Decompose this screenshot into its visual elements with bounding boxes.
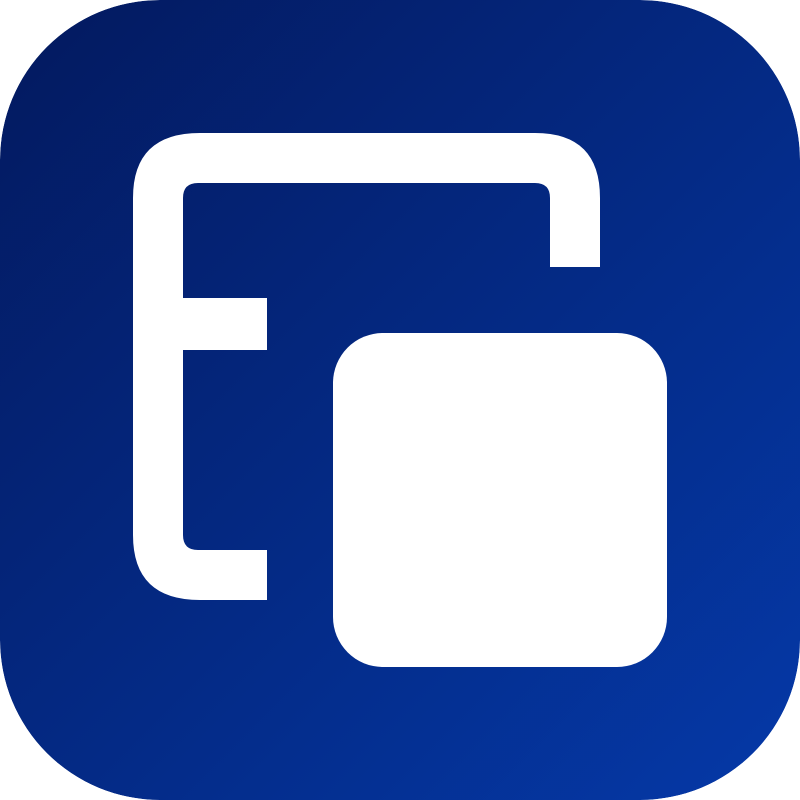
window-overlap-icon: [0, 0, 800, 800]
app-icon-tile[interactable]: [0, 0, 800, 800]
front-window: [333, 333, 667, 667]
